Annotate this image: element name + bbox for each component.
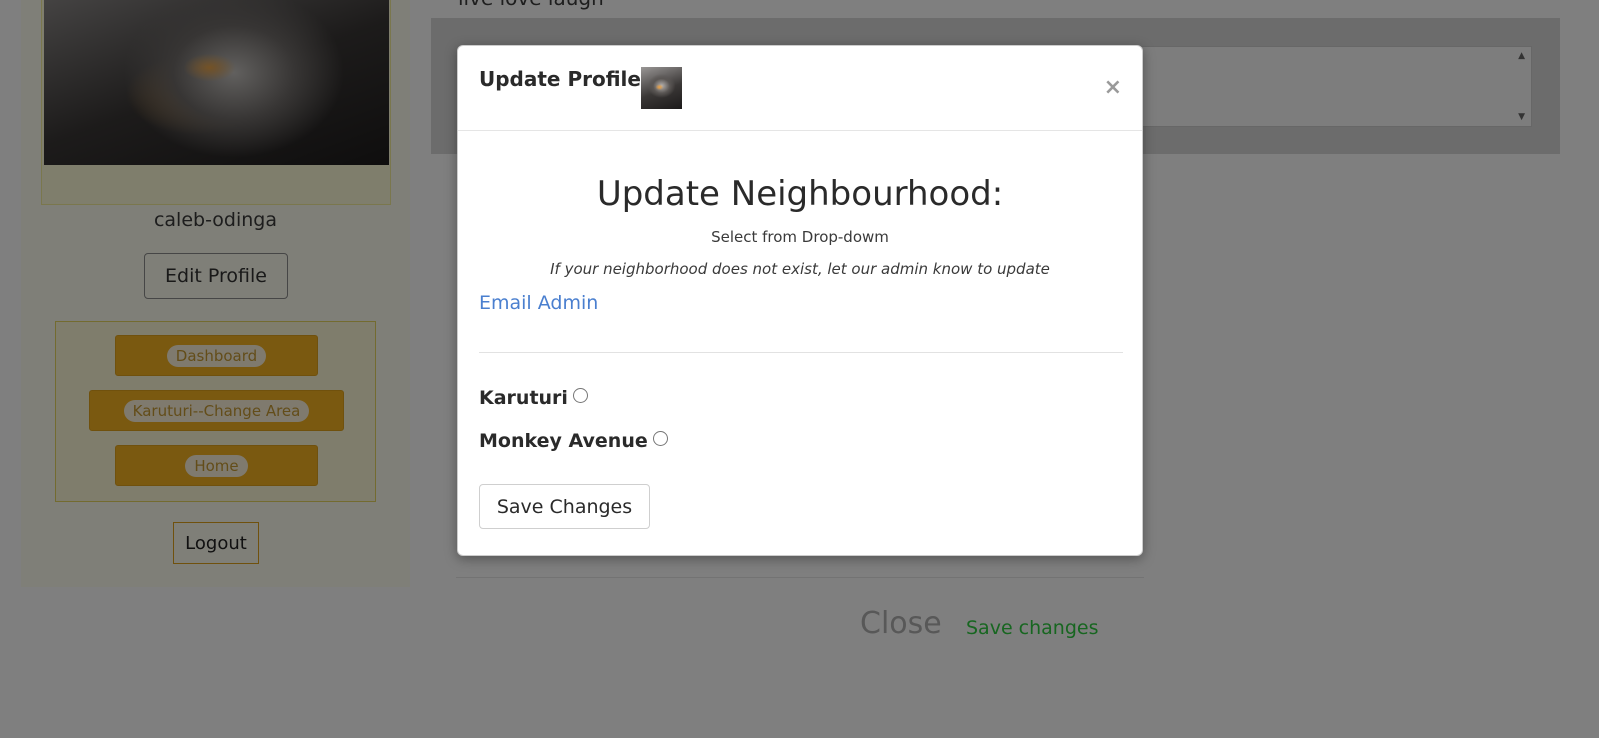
radio-button[interactable] bbox=[652, 430, 668, 446]
avatar-thumbnail bbox=[640, 67, 682, 109]
modal-header: Update Profile × bbox=[458, 46, 1142, 131]
radio-label: Monkey Avenue bbox=[479, 430, 648, 452]
modal-title-text: Update Profile bbox=[479, 67, 641, 91]
radio-option-karuturi[interactable]: Karuturi bbox=[479, 387, 588, 409]
select-hint: Select from Drop-dowm bbox=[711, 228, 889, 246]
neighbourhood-heading: Update Neighbourhood: bbox=[596, 174, 1004, 214]
email-admin-link[interactable]: Email Admin bbox=[479, 292, 598, 314]
modal-divider bbox=[479, 352, 1123, 353]
radio-label: Karuturi bbox=[479, 387, 568, 409]
radio-option-monkey-avenue[interactable]: Monkey Avenue bbox=[479, 430, 668, 452]
save-changes-button[interactable]: Save Changes bbox=[479, 484, 650, 529]
radio-button[interactable] bbox=[572, 387, 588, 403]
update-profile-modal: Update Profile × Update Neighbourhood: S… bbox=[457, 45, 1143, 556]
admin-note: If your neighborhood does not exist, let… bbox=[550, 260, 1050, 278]
close-icon[interactable]: × bbox=[1104, 77, 1122, 99]
modal-title: Update Profile bbox=[479, 67, 682, 109]
